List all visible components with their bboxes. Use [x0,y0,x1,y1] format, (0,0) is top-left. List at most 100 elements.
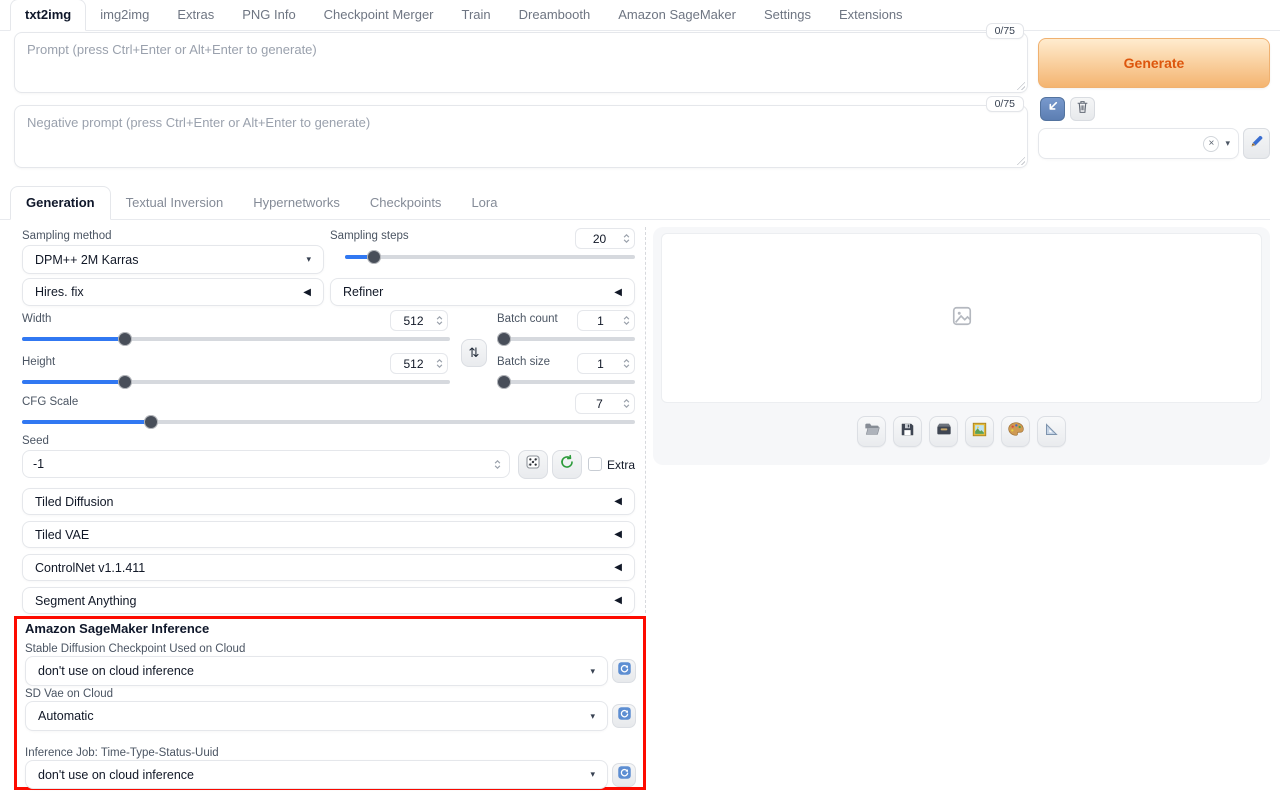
tab-train[interactable]: Train [448,0,505,30]
pencil-icon [1249,134,1264,154]
tab-textual-inversion[interactable]: Textual Inversion [111,187,239,219]
tab-lora[interactable]: Lora [456,187,512,219]
cloud-checkpoint-label: Stable Diffusion Checkpoint Used on Clou… [25,643,245,655]
swap-dimensions-button[interactable]: ⇅ [461,339,487,367]
height-input[interactable]: 512 [390,353,448,374]
height-value: 512 [391,357,436,371]
archive-box-icon [936,422,952,441]
tab-extensions[interactable]: Extensions [825,0,917,30]
send-to-extras-button[interactable] [1037,416,1066,447]
chevron-left-icon: ◀ [614,529,622,540]
chevron-left-icon: ◀ [614,595,622,606]
sagemaker-inference-section: Amazon SageMaker Inference Stable Diffus… [14,616,646,790]
edit-styles-button[interactable] [1243,128,1270,159]
top-nav: txt2img img2img Extras PNG Info Checkpoi… [0,0,1280,31]
height-label: Height [22,356,55,368]
tab-checkpoint-merger[interactable]: Checkpoint Merger [310,0,448,30]
sampling-steps-value: 20 [576,232,623,246]
height-slider[interactable] [22,375,450,389]
batch-count-slider[interactable] [497,332,635,346]
tab-amazon-sagemaker[interactable]: Amazon SageMaker [604,0,750,30]
tab-extras[interactable]: Extras [163,0,228,30]
random-seed-button[interactable] [518,450,548,479]
tab-png-info[interactable]: PNG Info [228,0,309,30]
width-slider[interactable] [22,332,450,346]
refresh-cloud-vae-button[interactable] [612,704,636,728]
save-button[interactable] [893,416,922,447]
segment-anything-accordion[interactable]: Segment Anything ◀ [22,587,635,614]
styles-dropdown[interactable]: × ▾ [1038,128,1239,159]
spinner-icon[interactable] [623,234,634,243]
batch-size-input[interactable]: 1 [577,353,635,374]
batch-size-value: 1 [578,357,623,371]
negative-prompt-box [14,105,1028,168]
send-to-img2img-button[interactable] [965,416,994,447]
width-label: Width [22,313,51,325]
tiled-diffusion-accordion[interactable]: Tiled Diffusion ◀ [22,488,635,515]
chevron-down-icon[interactable]: ▾ [1225,138,1230,149]
paste-generation-params-button[interactable] [1040,97,1065,121]
open-folder-button[interactable] [857,416,886,447]
refresh-icon [617,661,632,681]
spinner-icon[interactable] [436,359,447,368]
clear-styles-icon[interactable]: × [1203,136,1219,152]
tiled-diffusion-label: Tiled Diffusion [35,495,114,509]
spinner-icon[interactable] [623,316,634,325]
inference-job-select[interactable]: don't use on cloud inference ▾ [25,760,608,789]
cloud-vae-select[interactable]: Automatic ▾ [25,701,608,731]
tiled-vae-accordion[interactable]: Tiled VAE ◀ [22,521,635,548]
tab-txt2img[interactable]: txt2img [10,0,86,31]
send-to-inpaint-button[interactable] [1001,416,1030,447]
sampling-steps-slider[interactable] [345,250,635,264]
tab-img2img[interactable]: img2img [86,0,163,30]
chevron-left-icon: ◀ [614,562,622,573]
generation-tabs: Generation Textual Inversion Hypernetwor… [0,185,1270,220]
chevron-down-icon: ▾ [306,254,311,265]
result-panel [653,227,1270,465]
spinner-icon[interactable] [623,399,634,408]
cloud-vae-value: Automatic [38,709,94,723]
prompt-input[interactable] [15,33,1027,92]
spinner-icon[interactable] [436,316,447,325]
tab-checkpoints[interactable]: Checkpoints [355,187,457,219]
save-zip-button[interactable] [929,416,958,447]
spinner-icon[interactable] [494,460,509,469]
negative-prompt-input[interactable] [15,106,1027,167]
sagemaker-section-title: Amazon SageMaker Inference [25,621,209,636]
tab-dreambooth[interactable]: Dreambooth [505,0,605,30]
result-image-area[interactable] [661,233,1262,403]
cfg-scale-slider[interactable] [22,415,635,429]
batch-size-slider[interactable] [497,375,635,389]
extra-seed-checkbox[interactable] [588,457,602,471]
seed-label: Seed [22,435,49,447]
sampling-steps-input[interactable]: 20 [575,228,635,249]
width-input[interactable]: 512 [390,310,448,331]
reuse-seed-button[interactable] [552,450,582,479]
refresh-cloud-checkpoint-button[interactable] [612,659,636,683]
cfg-scale-input[interactable]: 7 [575,393,635,414]
column-divider [645,227,646,613]
controlnet-accordion[interactable]: ControlNet v1.1.411 ◀ [22,554,635,581]
sampling-method-select[interactable]: DPM++ 2M Karras ▾ [22,245,324,274]
tab-settings[interactable]: Settings [750,0,825,30]
batch-count-input[interactable]: 1 [577,310,635,331]
cloud-checkpoint-select[interactable]: don't use on cloud inference ▾ [25,656,608,686]
negative-prompt-token-counter: 0/75 [986,96,1024,112]
extra-seed-label: Extra [607,458,635,472]
refiner-accordion[interactable]: Refiner ◀ [330,278,635,306]
hires-fix-accordion[interactable]: Hires. fix ◀ [22,278,324,306]
spinner-icon[interactable] [623,359,634,368]
clear-prompt-button[interactable] [1070,97,1095,121]
sampling-steps-label: Sampling steps [330,230,409,242]
tab-hypernetworks[interactable]: Hypernetworks [238,187,355,219]
image-placeholder-icon [951,305,973,332]
stable-diffusion-webui: txt2img img2img Extras PNG Info Checkpoi… [0,0,1280,791]
recycle-icon [559,454,575,475]
seed-input[interactable]: -1 [22,450,510,478]
generate-button[interactable]: Generate [1038,38,1270,88]
palette-icon [1008,422,1024,441]
inference-job-label: Inference Job: Time-Type-Status-Uuid [25,747,219,759]
result-toolbar [653,416,1270,447]
refresh-inference-job-button[interactable] [612,763,636,787]
tab-generation[interactable]: Generation [10,186,111,220]
